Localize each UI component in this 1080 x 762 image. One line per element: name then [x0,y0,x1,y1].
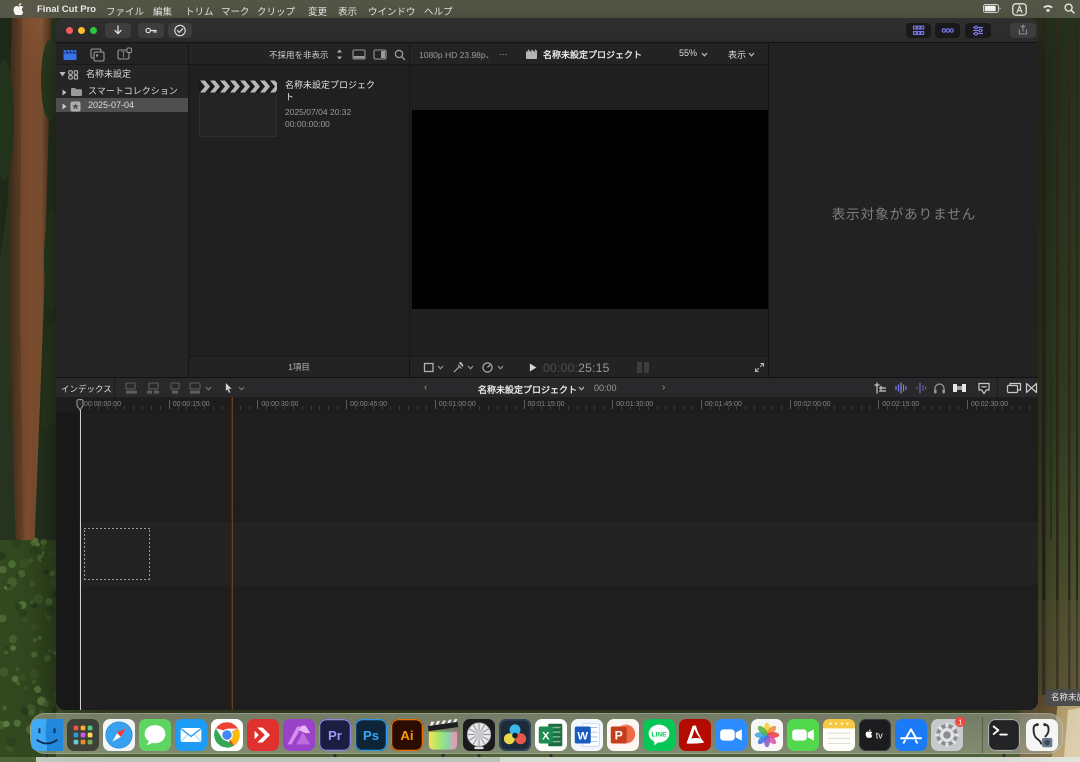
svg-text:P: P [615,729,623,743]
svg-text:Pr: Pr [328,728,342,743]
svg-text:tv: tv [876,730,883,740]
svg-text:LINE: LINE [652,731,668,738]
svg-text:Ai: Ai [400,728,413,743]
svg-text:1: 1 [958,717,962,726]
svg-text:W: W [577,731,588,743]
svg-text:X: X [542,731,550,743]
svg-text:Ps: Ps [363,728,379,743]
